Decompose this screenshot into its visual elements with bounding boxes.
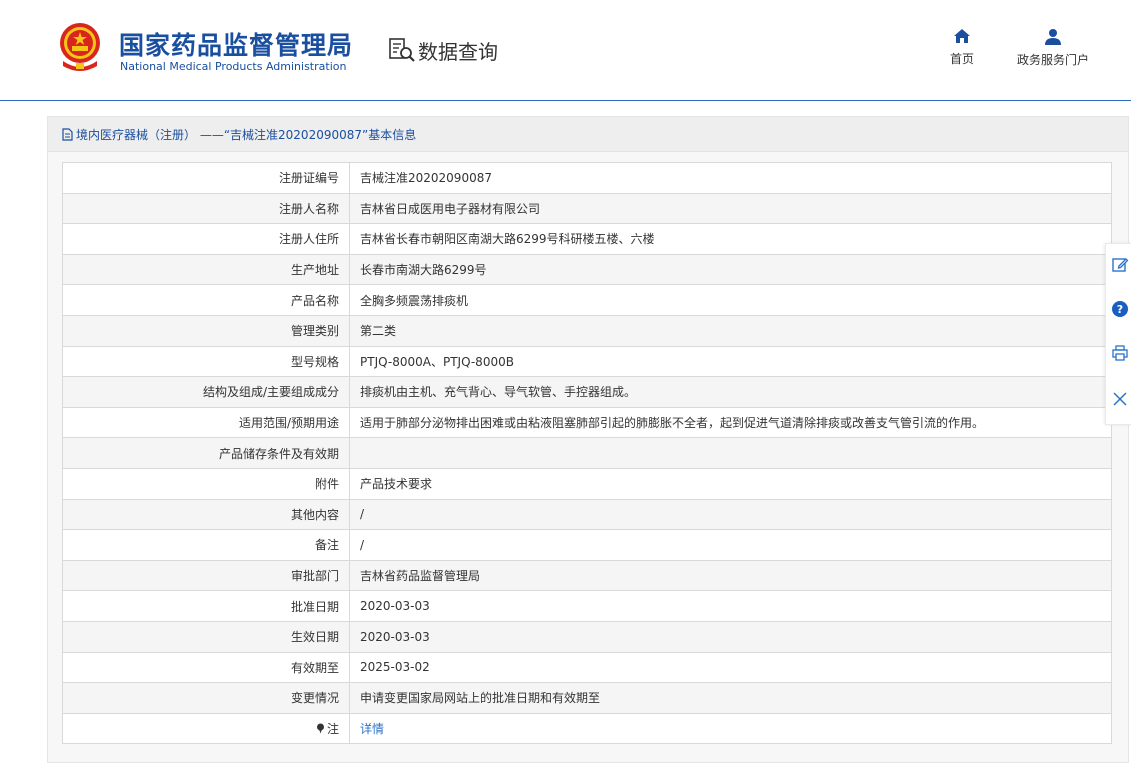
field-value: 2020-03-03 bbox=[349, 620, 1112, 653]
field-value: 吉林省长春市朝阳区南湖大路6299号科研楼五楼、六楼 bbox=[349, 223, 1112, 255]
svg-text:?: ? bbox=[1117, 303, 1123, 316]
field-value: 全胸多频震荡排痰机 bbox=[349, 284, 1112, 316]
field-label: 附件 bbox=[62, 467, 350, 500]
table-row: 产品储存条件及有效期 bbox=[62, 437, 1112, 469]
panel-title: 境内医疗器械（注册） ——“吉械注准20202090087”基本信息 bbox=[76, 127, 417, 142]
field-value: PTJQ-8000A、PTJQ-8000B bbox=[349, 345, 1112, 378]
table-row: 审批部门 吉林省药品监督管理局 bbox=[62, 559, 1112, 592]
field-label: 生效日期 bbox=[62, 620, 350, 653]
table-row: 生产地址 长春市南湖大路6299号 bbox=[62, 253, 1112, 286]
nav-service-portal-label: 政务服务门户 bbox=[1016, 53, 1089, 67]
field-value: 产品技术要求 bbox=[349, 467, 1112, 500]
field-value: / bbox=[349, 529, 1112, 561]
data-query-title: 数据查询 bbox=[388, 35, 498, 65]
detail-table: 注册证编号 吉械注准20202090087 注册人名称 吉林省日成医用电子器材有限公司… bbox=[62, 162, 1112, 745]
nav-service-portal[interactable]: 政务服务门户 bbox=[1010, 28, 1096, 68]
field-label: 有效期至 bbox=[62, 651, 350, 684]
table-row: 变更情况 申请变更国家局网站上的批准日期和有效期至 bbox=[62, 682, 1112, 714]
note-value-cell: 详情 bbox=[349, 712, 1112, 745]
field-label: 注册人住所 bbox=[62, 223, 350, 255]
table-row: 附件 产品技术要求 bbox=[62, 467, 1112, 500]
table-row: 生效日期 2020-03-03 bbox=[62, 620, 1112, 653]
table-row: 有效期至 2025-03-02 bbox=[62, 651, 1112, 684]
field-label: 批准日期 bbox=[62, 590, 350, 622]
print-icon[interactable] bbox=[1111, 344, 1129, 362]
field-value: 吉林省日成医用电子器材有限公司 bbox=[349, 192, 1112, 225]
table-row: 注册人名称 吉林省日成医用电子器材有限公司 bbox=[62, 192, 1112, 225]
table-row: 型号规格 PTJQ-8000A、PTJQ-8000B bbox=[62, 345, 1112, 378]
field-value: 第二类 bbox=[349, 314, 1112, 347]
table-row: 备注 / bbox=[62, 529, 1112, 561]
table-row-note: 注 详情 bbox=[62, 712, 1112, 745]
table-row: 注册证编号 吉械注准20202090087 bbox=[62, 162, 1112, 194]
side-toolbar: ? bbox=[1105, 243, 1131, 425]
field-label: 备注 bbox=[62, 529, 350, 561]
data-query-label: 数据查询 bbox=[418, 39, 498, 64]
field-value bbox=[349, 437, 1112, 469]
nav-home[interactable]: 首页 bbox=[944, 28, 980, 67]
national-emblem-icon bbox=[60, 23, 100, 71]
table-row: 注册人住所 吉林省长春市朝阳区南湖大路6299号科研楼五楼、六楼 bbox=[62, 223, 1112, 255]
document-search-icon bbox=[389, 38, 415, 62]
home-icon bbox=[954, 29, 970, 43]
field-label: 结构及组成/主要组成成分 bbox=[62, 376, 350, 408]
pin-icon bbox=[316, 723, 324, 734]
edit-icon[interactable] bbox=[1111, 256, 1129, 274]
field-label: 变更情况 bbox=[62, 682, 350, 714]
nav-home-label: 首页 bbox=[949, 52, 974, 66]
field-label: 生产地址 bbox=[62, 253, 350, 286]
field-value: 适用于肺部分泌物排出困难或由粘液阻塞肺部引起的肺膨胀不全者，起到促进气道清除排痰… bbox=[349, 406, 1112, 439]
field-value: 2025-03-02 bbox=[349, 651, 1112, 684]
table-row: 适用范围/预期用途 适用于肺部分泌物排出困难或由粘液阻塞肺部引起的肺膨胀不全者，起… bbox=[62, 406, 1112, 439]
field-label: 产品名称 bbox=[62, 284, 350, 316]
field-value: 排痰机由主机、充气背心、导气软管、手控器组成。 bbox=[349, 376, 1112, 408]
table-row: 管理类别 第二类 bbox=[62, 314, 1112, 347]
site-brand-cn: 国家药品监督管理局 bbox=[119, 31, 354, 60]
field-value: 长春市南湖大路6299号 bbox=[349, 253, 1112, 286]
field-value: 吉械注准20202090087 bbox=[349, 162, 1112, 194]
field-label: 审批部门 bbox=[62, 559, 350, 592]
field-label: 注册人名称 bbox=[62, 192, 350, 225]
field-value: 申请变更国家局网站上的批准日期和有效期至 bbox=[349, 682, 1112, 714]
close-icon[interactable] bbox=[1111, 390, 1129, 408]
site-brand-en: National Medical Products Administration bbox=[120, 60, 347, 73]
field-value: / bbox=[349, 498, 1112, 531]
detail-link[interactable]: 详情 bbox=[360, 722, 384, 736]
field-value: 2020-03-03 bbox=[349, 590, 1112, 622]
document-icon bbox=[62, 127, 73, 141]
table-row: 结构及组成/主要组成成分 排痰机由主机、充气背心、导气软管、手控器组成。 bbox=[62, 376, 1112, 408]
field-label: 适用范围/预期用途 bbox=[62, 406, 350, 439]
field-label: 产品储存条件及有效期 bbox=[62, 437, 350, 469]
note-label: 注 bbox=[326, 721, 339, 736]
note-label-cell: 注 bbox=[62, 712, 350, 745]
table-row: 其他内容 / bbox=[62, 498, 1112, 531]
field-label: 管理类别 bbox=[62, 314, 350, 347]
table-row: 产品名称 全胸多频震荡排痰机 bbox=[62, 284, 1112, 316]
help-icon[interactable]: ? bbox=[1111, 300, 1129, 318]
user-icon bbox=[1045, 29, 1061, 45]
field-value: 吉林省药品监督管理局 bbox=[349, 559, 1112, 592]
site-header: 国家药品监督管理局 National Medical Products Admi… bbox=[0, 0, 1131, 101]
field-label: 注册证编号 bbox=[62, 162, 350, 194]
info-panel: 境内医疗器械（注册） ——“吉械注准20202090087”基本信息 注册证编号… bbox=[47, 116, 1129, 763]
field-label: 型号规格 bbox=[62, 345, 350, 378]
table-row: 批准日期 2020-03-03 bbox=[62, 590, 1112, 622]
panel-title-bar: 境内医疗器械（注册） ——“吉械注准20202090087”基本信息 bbox=[48, 117, 1128, 152]
field-label: 其他内容 bbox=[62, 498, 350, 531]
